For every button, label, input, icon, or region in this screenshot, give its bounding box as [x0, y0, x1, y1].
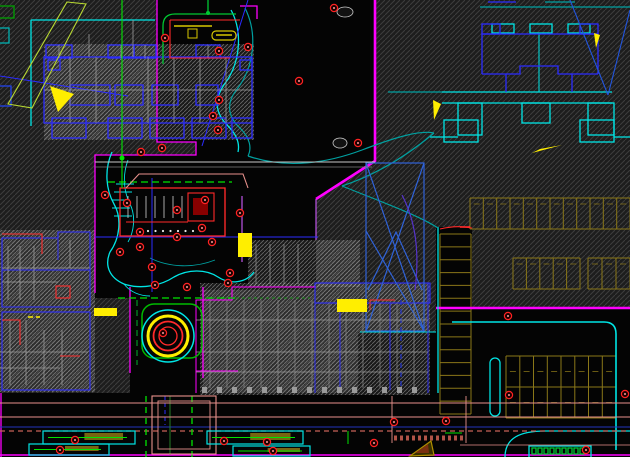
- keynote-marker: [136, 243, 143, 250]
- keynote-marker: [220, 437, 227, 444]
- keynote-marker: [236, 209, 243, 216]
- cad-canvas[interactable]: [0, 0, 630, 457]
- keynote-marker: [442, 417, 449, 424]
- keynote-marker: [244, 43, 251, 50]
- column: [352, 387, 357, 393]
- keynote-marker: [159, 329, 166, 336]
- keynote-marker: [354, 139, 361, 146]
- column: [262, 387, 267, 393]
- column: [307, 387, 312, 393]
- keynote-marker: [136, 228, 143, 235]
- keynote-marker: [370, 439, 377, 446]
- keynote-marker: [158, 144, 165, 151]
- column: [292, 387, 297, 393]
- keynote-marker: [183, 283, 190, 290]
- keynote-marker: [504, 312, 511, 319]
- keynote-marker: [201, 196, 208, 203]
- keynote-marker: [215, 47, 222, 54]
- column: [277, 387, 282, 393]
- keynote-marker: [214, 126, 221, 133]
- keynote-marker: [116, 248, 123, 255]
- site-plan-drawing: [0, 0, 630, 457]
- keynote-marker: [224, 279, 231, 286]
- keynote-marker: [263, 438, 270, 445]
- keynote-marker: [209, 112, 216, 119]
- column: [367, 387, 372, 393]
- keynote-marker: [161, 34, 168, 41]
- keynote-marker: [71, 436, 78, 443]
- keynote-marker: [505, 391, 512, 398]
- keynote-marker: [208, 238, 215, 245]
- keynote-marker: [148, 263, 155, 270]
- column: [412, 387, 417, 393]
- column: [382, 387, 387, 393]
- keynote-marker: [173, 206, 180, 213]
- keynote-marker: [215, 96, 222, 103]
- keynote-marker: [173, 233, 180, 240]
- keynote-marker: [582, 446, 589, 453]
- keynote-marker: [295, 77, 302, 84]
- keynote-marker: [101, 191, 108, 198]
- keynote-marker: [123, 199, 130, 206]
- column: [202, 387, 207, 393]
- building-column-row: [202, 387, 417, 393]
- keynote-marker: [137, 148, 144, 155]
- keynote-marker: [226, 269, 233, 276]
- column: [337, 387, 342, 393]
- keynote-marker: [269, 447, 276, 454]
- keynote-marker: [621, 390, 628, 397]
- column: [232, 387, 237, 393]
- column: [217, 387, 222, 393]
- keynote-marker: [198, 224, 205, 231]
- keynote-marker: [56, 446, 63, 453]
- keynote-marker: [330, 4, 337, 11]
- column: [247, 387, 252, 393]
- column: [397, 387, 402, 393]
- keynote-marker: [390, 418, 397, 425]
- column: [322, 387, 327, 393]
- keynote-marker: [151, 281, 158, 288]
